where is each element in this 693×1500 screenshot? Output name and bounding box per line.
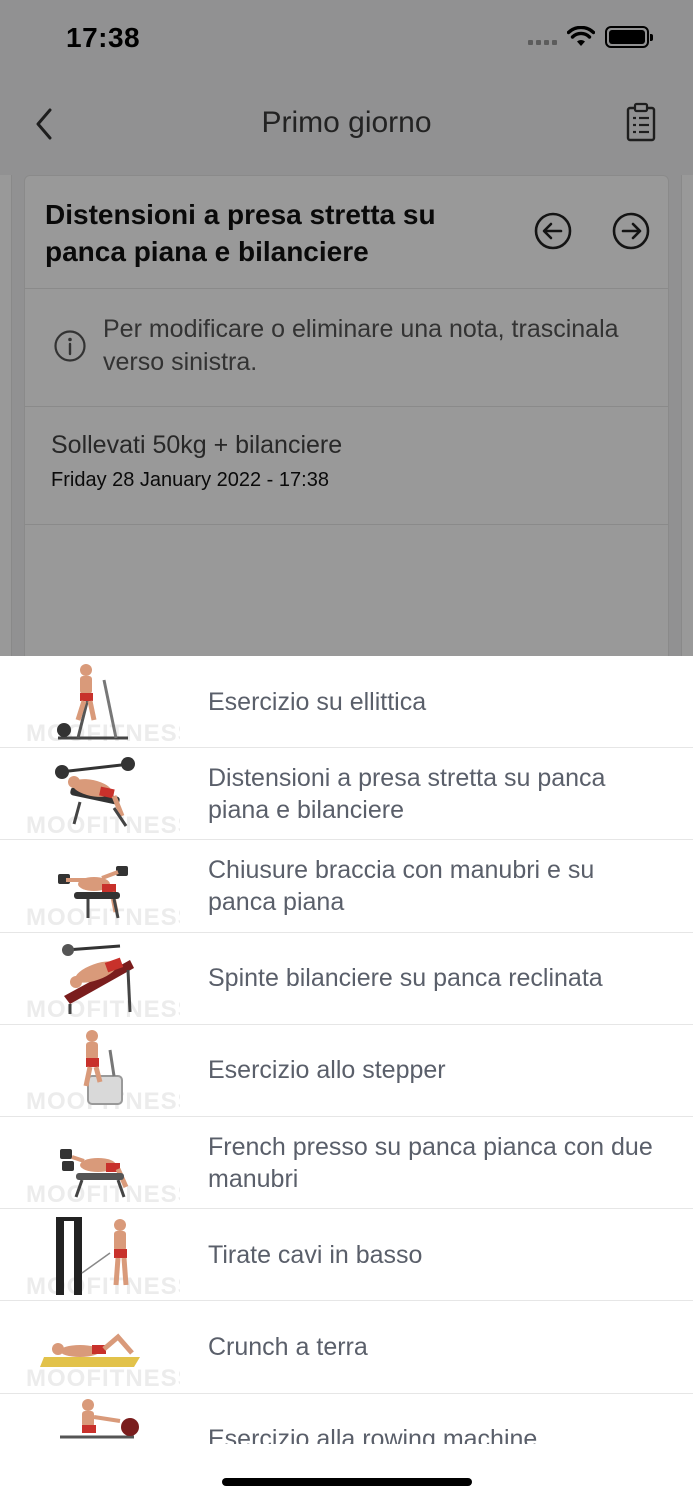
- crunch-icon: [40, 1333, 140, 1367]
- list-item[interactable]: MOOFITNESS Tirate cavi in basso: [0, 1209, 693, 1302]
- exercise-thumbnail: MOOFITNESS: [0, 1393, 180, 1444]
- list-item[interactable]: MOOFITNESS Chiusure braccia con manubri …: [0, 840, 693, 933]
- cable-row-icon: [56, 1216, 129, 1295]
- stepper-icon: [83, 1030, 123, 1106]
- exercise-thumbnail: MOOFITNESS: [0, 1024, 180, 1116]
- exercise-list[interactable]: MOOFITNESS Esercizio su ellittica MOOFIT…: [0, 656, 693, 1444]
- list-item[interactable]: MOOFITNESS Esercizio alla rowing machine: [0, 1393, 693, 1444]
- dumbbell-fly-icon: [58, 865, 128, 919]
- exercise-label: French presso su panca pianca con due ma…: [208, 1132, 653, 1193]
- exercise-thumbnail: MOOFITNESS: [0, 840, 180, 932]
- exercise-label: Esercizio su ellittica: [208, 687, 427, 716]
- french-press-icon: [60, 1148, 129, 1198]
- list-item[interactable]: MOOFITNESS French presso su panca pianca…: [0, 1117, 693, 1210]
- list-item[interactable]: MOOFITNESS Esercizio su ellittica: [0, 656, 693, 749]
- exercise-picker-sheet: MOOFITNESS Esercizio su ellittica MOOFIT…: [0, 656, 693, 1500]
- exercise-label: Esercizio alla rowing machine: [208, 1425, 538, 1444]
- background-screen: 17:38 Primo giorno Distensioni a presa s…: [0, 0, 693, 675]
- exercise-thumbnail: MOOFITNESS: [0, 932, 180, 1024]
- dim-overlay[interactable]: [0, 0, 693, 660]
- rowing-machine-icon: [60, 1399, 139, 1439]
- list-item[interactable]: MOOFITNESS Crunch a terra: [0, 1301, 693, 1394]
- exercise-label: Tirate cavi in basso: [208, 1240, 423, 1269]
- exercise-thumbnail: MOOFITNESS: [0, 656, 180, 748]
- bench-press-icon: [55, 756, 135, 827]
- exercise-thumbnail: MOOFITNESS: [0, 1209, 180, 1301]
- exercise-thumbnail: MOOFITNESS: [0, 1117, 180, 1209]
- exercise-label: Chiusure braccia con manubri e su panca …: [208, 855, 595, 916]
- exercise-label: Spinte bilanciere su panca reclinata: [208, 964, 603, 993]
- elliptical-icon: [57, 663, 128, 740]
- incline-press-icon: [62, 944, 134, 1015]
- list-item[interactable]: MOOFITNESS Spinte bilanciere su panca re…: [0, 933, 693, 1025]
- exercise-thumbnail: MOOFITNESS: [0, 748, 180, 840]
- exercise-thumbnail: MOOFITNESS: [0, 1301, 180, 1393]
- list-item[interactable]: MOOFITNESS Distensioni a presa stretta s…: [0, 748, 693, 841]
- exercise-label: Esercizio allo stepper: [208, 1056, 446, 1085]
- exercise-label: Crunch a terra: [208, 1332, 368, 1361]
- home-indicator[interactable]: [222, 1478, 472, 1486]
- list-item[interactable]: MOOFITNESS Esercizio allo stepper: [0, 1025, 693, 1117]
- exercise-label: Distensioni a presa stretta su panca pia…: [208, 763, 606, 824]
